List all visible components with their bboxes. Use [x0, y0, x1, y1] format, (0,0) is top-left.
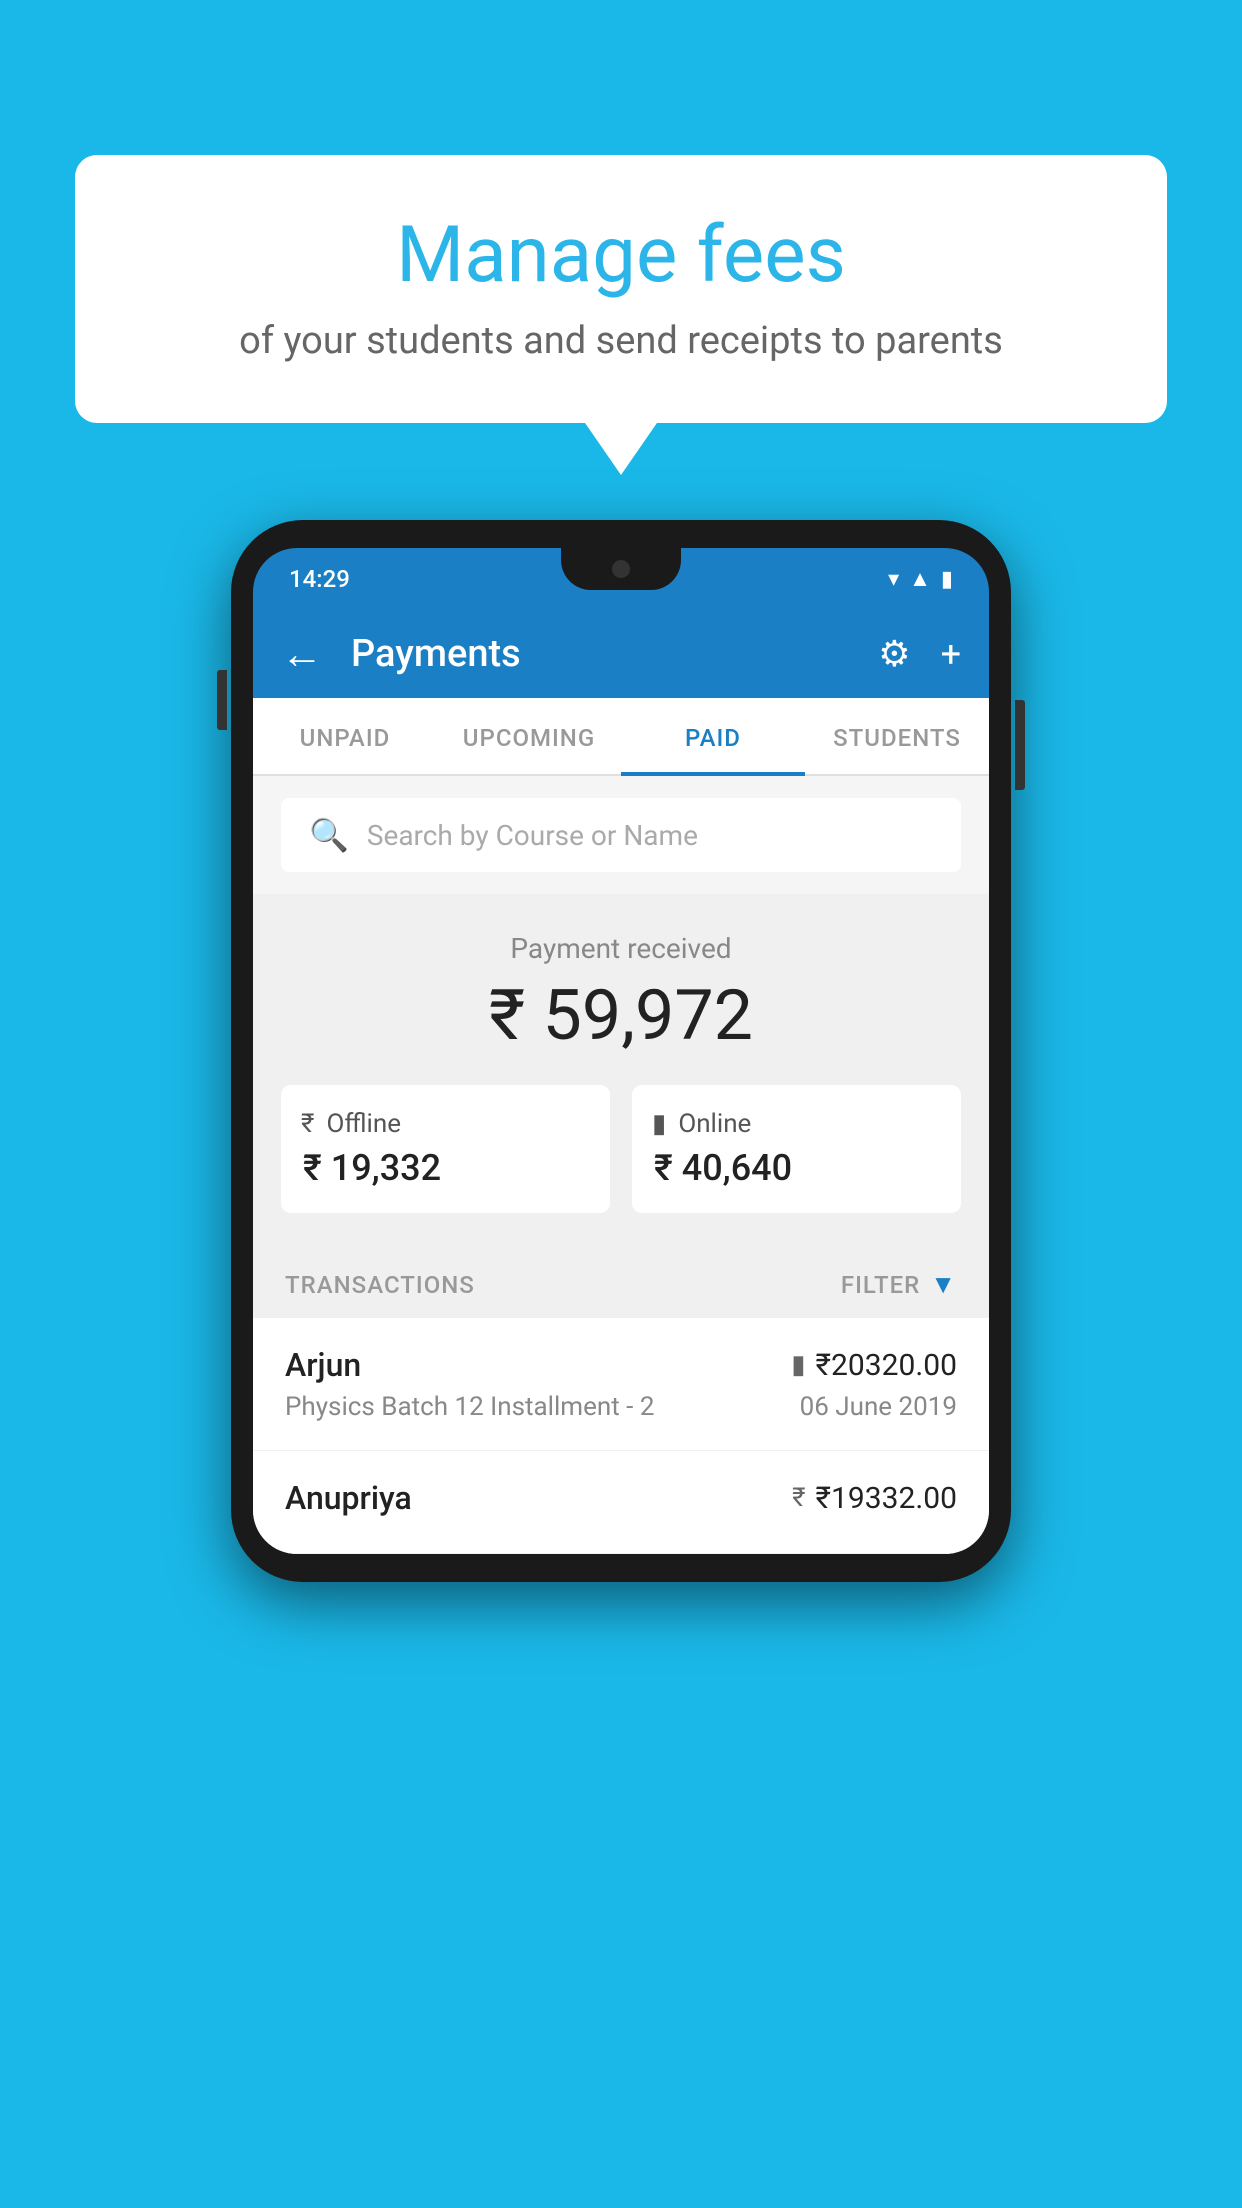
table-row[interactable]: Anupriya ₹ ₹19332.00 — [253, 1451, 989, 1554]
tab-paid[interactable]: PAID — [621, 698, 805, 774]
status-icons: ▾ ▲ ▮ — [888, 566, 953, 592]
tabs-container: UNPAID UPCOMING PAID STUDENTS — [253, 698, 989, 776]
power-button — [1015, 700, 1025, 790]
transaction-course: Physics Batch 12 Installment - 2 — [285, 1392, 654, 1422]
offline-amount: ₹ 19,332 — [303, 1147, 590, 1189]
notch — [561, 548, 681, 590]
online-card: ▮ Online ₹ 40,640 — [632, 1085, 961, 1213]
search-icon: 🔍 — [309, 816, 349, 854]
speech-bubble-container: Manage fees of your students and send re… — [75, 155, 1167, 423]
search-box[interactable]: 🔍 Search by Course or Name — [281, 798, 961, 872]
page-title: Payments — [351, 632, 850, 676]
phone-content: 🔍 Search by Course or Name Payment recei… — [253, 776, 989, 1554]
payment-summary: Payment received ₹ 59,972 ₹ Offline ₹ 19… — [253, 894, 989, 1241]
transaction-top: Anupriya ₹ ₹19332.00 — [285, 1479, 957, 1517]
signal-icon: ▲ — [909, 566, 931, 592]
transactions-label: TRANSACTIONS — [285, 1271, 475, 1299]
offline-label: Offline — [326, 1109, 401, 1139]
add-button[interactable]: + — [941, 633, 961, 675]
bubble-title: Manage fees — [135, 210, 1107, 301]
filter-button[interactable]: FILTER ▼ — [841, 1269, 957, 1300]
transaction-list: Arjun ▮ ₹20320.00 Physics Batch 12 Insta… — [253, 1318, 989, 1554]
card-icon: ▮ — [652, 1109, 666, 1139]
transaction-bottom: Physics Batch 12 Installment - 2 06 June… — [285, 1392, 957, 1422]
status-bar: 14:29 ▾ ▲ ▮ — [253, 548, 989, 610]
offline-card: ₹ Offline ₹ 19,332 — [281, 1085, 610, 1213]
settings-button[interactable]: ⚙ — [878, 633, 910, 675]
bubble-subtitle: of your students and send receipts to pa… — [135, 319, 1107, 363]
transaction-amount: ▮ ₹20320.00 — [791, 1348, 957, 1383]
table-row[interactable]: Arjun ▮ ₹20320.00 Physics Batch 12 Insta… — [253, 1318, 989, 1451]
filter-label: FILTER — [841, 1271, 920, 1299]
camera — [612, 560, 630, 578]
tab-upcoming[interactable]: UPCOMING — [437, 698, 621, 774]
cash-payment-icon: ₹ — [792, 1483, 805, 1513]
app-bar-actions: ⚙ + — [878, 633, 961, 675]
search-input[interactable]: Search by Course or Name — [367, 819, 698, 852]
filter-icon: ▼ — [930, 1269, 957, 1300]
transaction-date: 06 June 2019 — [800, 1392, 957, 1422]
online-card-header: ▮ Online — [652, 1109, 941, 1139]
tab-unpaid[interactable]: UNPAID — [253, 698, 437, 774]
battery-icon: ▮ — [941, 567, 953, 592]
tab-students[interactable]: STUDENTS — [805, 698, 989, 774]
speech-bubble: Manage fees of your students and send re… — [75, 155, 1167, 423]
search-container: 🔍 Search by Course or Name — [253, 776, 989, 894]
offline-card-header: ₹ Offline — [301, 1109, 590, 1139]
status-time: 14:29 — [289, 565, 350, 593]
app-bar: ← Payments ⚙ + — [253, 610, 989, 698]
amount-value: ₹20320.00 — [816, 1348, 957, 1383]
transaction-top: Arjun ▮ ₹20320.00 — [285, 1346, 957, 1384]
wifi-icon: ▾ — [888, 567, 899, 592]
transactions-header: TRANSACTIONS FILTER ▼ — [253, 1241, 989, 1318]
transaction-name: Anupriya — [285, 1479, 412, 1517]
payment-label: Payment received — [281, 932, 961, 965]
online-label: Online — [678, 1109, 751, 1139]
transaction-name: Arjun — [285, 1346, 361, 1384]
payment-amount: ₹ 59,972 — [281, 975, 961, 1057]
amount-value: ₹19332.00 — [816, 1481, 957, 1516]
transaction-amount: ₹ ₹19332.00 — [792, 1481, 957, 1516]
card-payment-icon: ▮ — [791, 1350, 805, 1380]
back-button[interactable]: ← — [281, 630, 323, 679]
payment-cards: ₹ Offline ₹ 19,332 ▮ Online ₹ 40,640 — [281, 1085, 961, 1213]
cash-icon: ₹ — [301, 1109, 314, 1139]
volume-button — [217, 670, 227, 730]
phone-container: 14:29 ▾ ▲ ▮ ← Payments ⚙ + UNPAID UPCOMI… — [231, 520, 1011, 1582]
phone-outer: 14:29 ▾ ▲ ▮ ← Payments ⚙ + UNPAID UPCOMI… — [231, 520, 1011, 1582]
online-amount: ₹ 40,640 — [654, 1147, 941, 1189]
